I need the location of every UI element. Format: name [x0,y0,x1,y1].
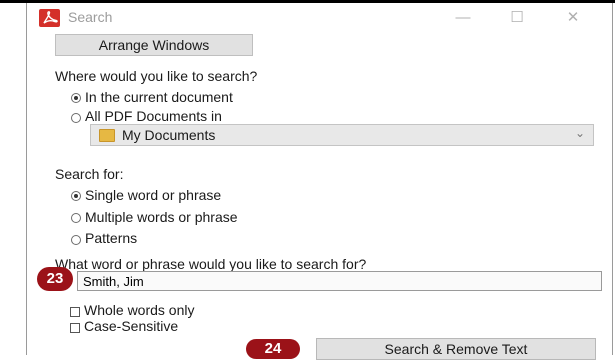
whole-words-checkbox[interactable] [70,307,80,317]
step-badge-23: 23 [37,267,73,291]
step-badge-24: 24 [246,339,300,359]
query-question: What word or phrase would you like to se… [55,256,367,272]
radio-multiple-words[interactable] [71,213,81,223]
folder-dropdown[interactable]: My Documents ⌄ [90,124,594,146]
search-remove-text-button[interactable]: Search & Remove Text [316,338,596,360]
radio-patterns[interactable] [71,235,81,245]
radio-single-word[interactable] [71,191,81,201]
title-bar: Search — ☐ ✕ [27,3,612,33]
whole-words-label[interactable]: Whole words only [84,302,195,318]
radio-multiple-words-label[interactable]: Multiple words or phrase [85,209,238,225]
acrobat-logo-icon [39,9,60,27]
chevron-down-icon: ⌄ [574,126,585,140]
radio-current-document-label[interactable]: In the current document [85,89,233,105]
case-sensitive-checkbox[interactable] [70,323,80,333]
radio-single-word-label[interactable]: Single word or phrase [85,187,221,203]
location-question: Where would you like to search? [55,68,258,84]
radio-current-document[interactable] [71,93,81,103]
case-sensitive-label[interactable]: Case-Sensitive [84,318,178,334]
close-icon[interactable]: ✕ [553,6,593,30]
window-title: Search [68,9,113,25]
folder-dropdown-value: My Documents [122,127,216,143]
window-right-border [612,3,613,355]
search-term-input[interactable] [77,271,602,291]
search-for-label: Search for: [55,166,124,182]
radio-patterns-label[interactable]: Patterns [85,230,137,246]
radio-all-pdf-documents-label[interactable]: All PDF Documents in [85,108,222,124]
minimize-icon[interactable]: — [443,6,483,30]
radio-all-pdf-documents[interactable] [71,113,81,123]
arrange-windows-button[interactable]: Arrange Windows [55,34,253,56]
folder-icon [99,129,115,142]
maximize-icon[interactable]: ☐ [497,6,537,30]
window-left-border [26,3,27,355]
